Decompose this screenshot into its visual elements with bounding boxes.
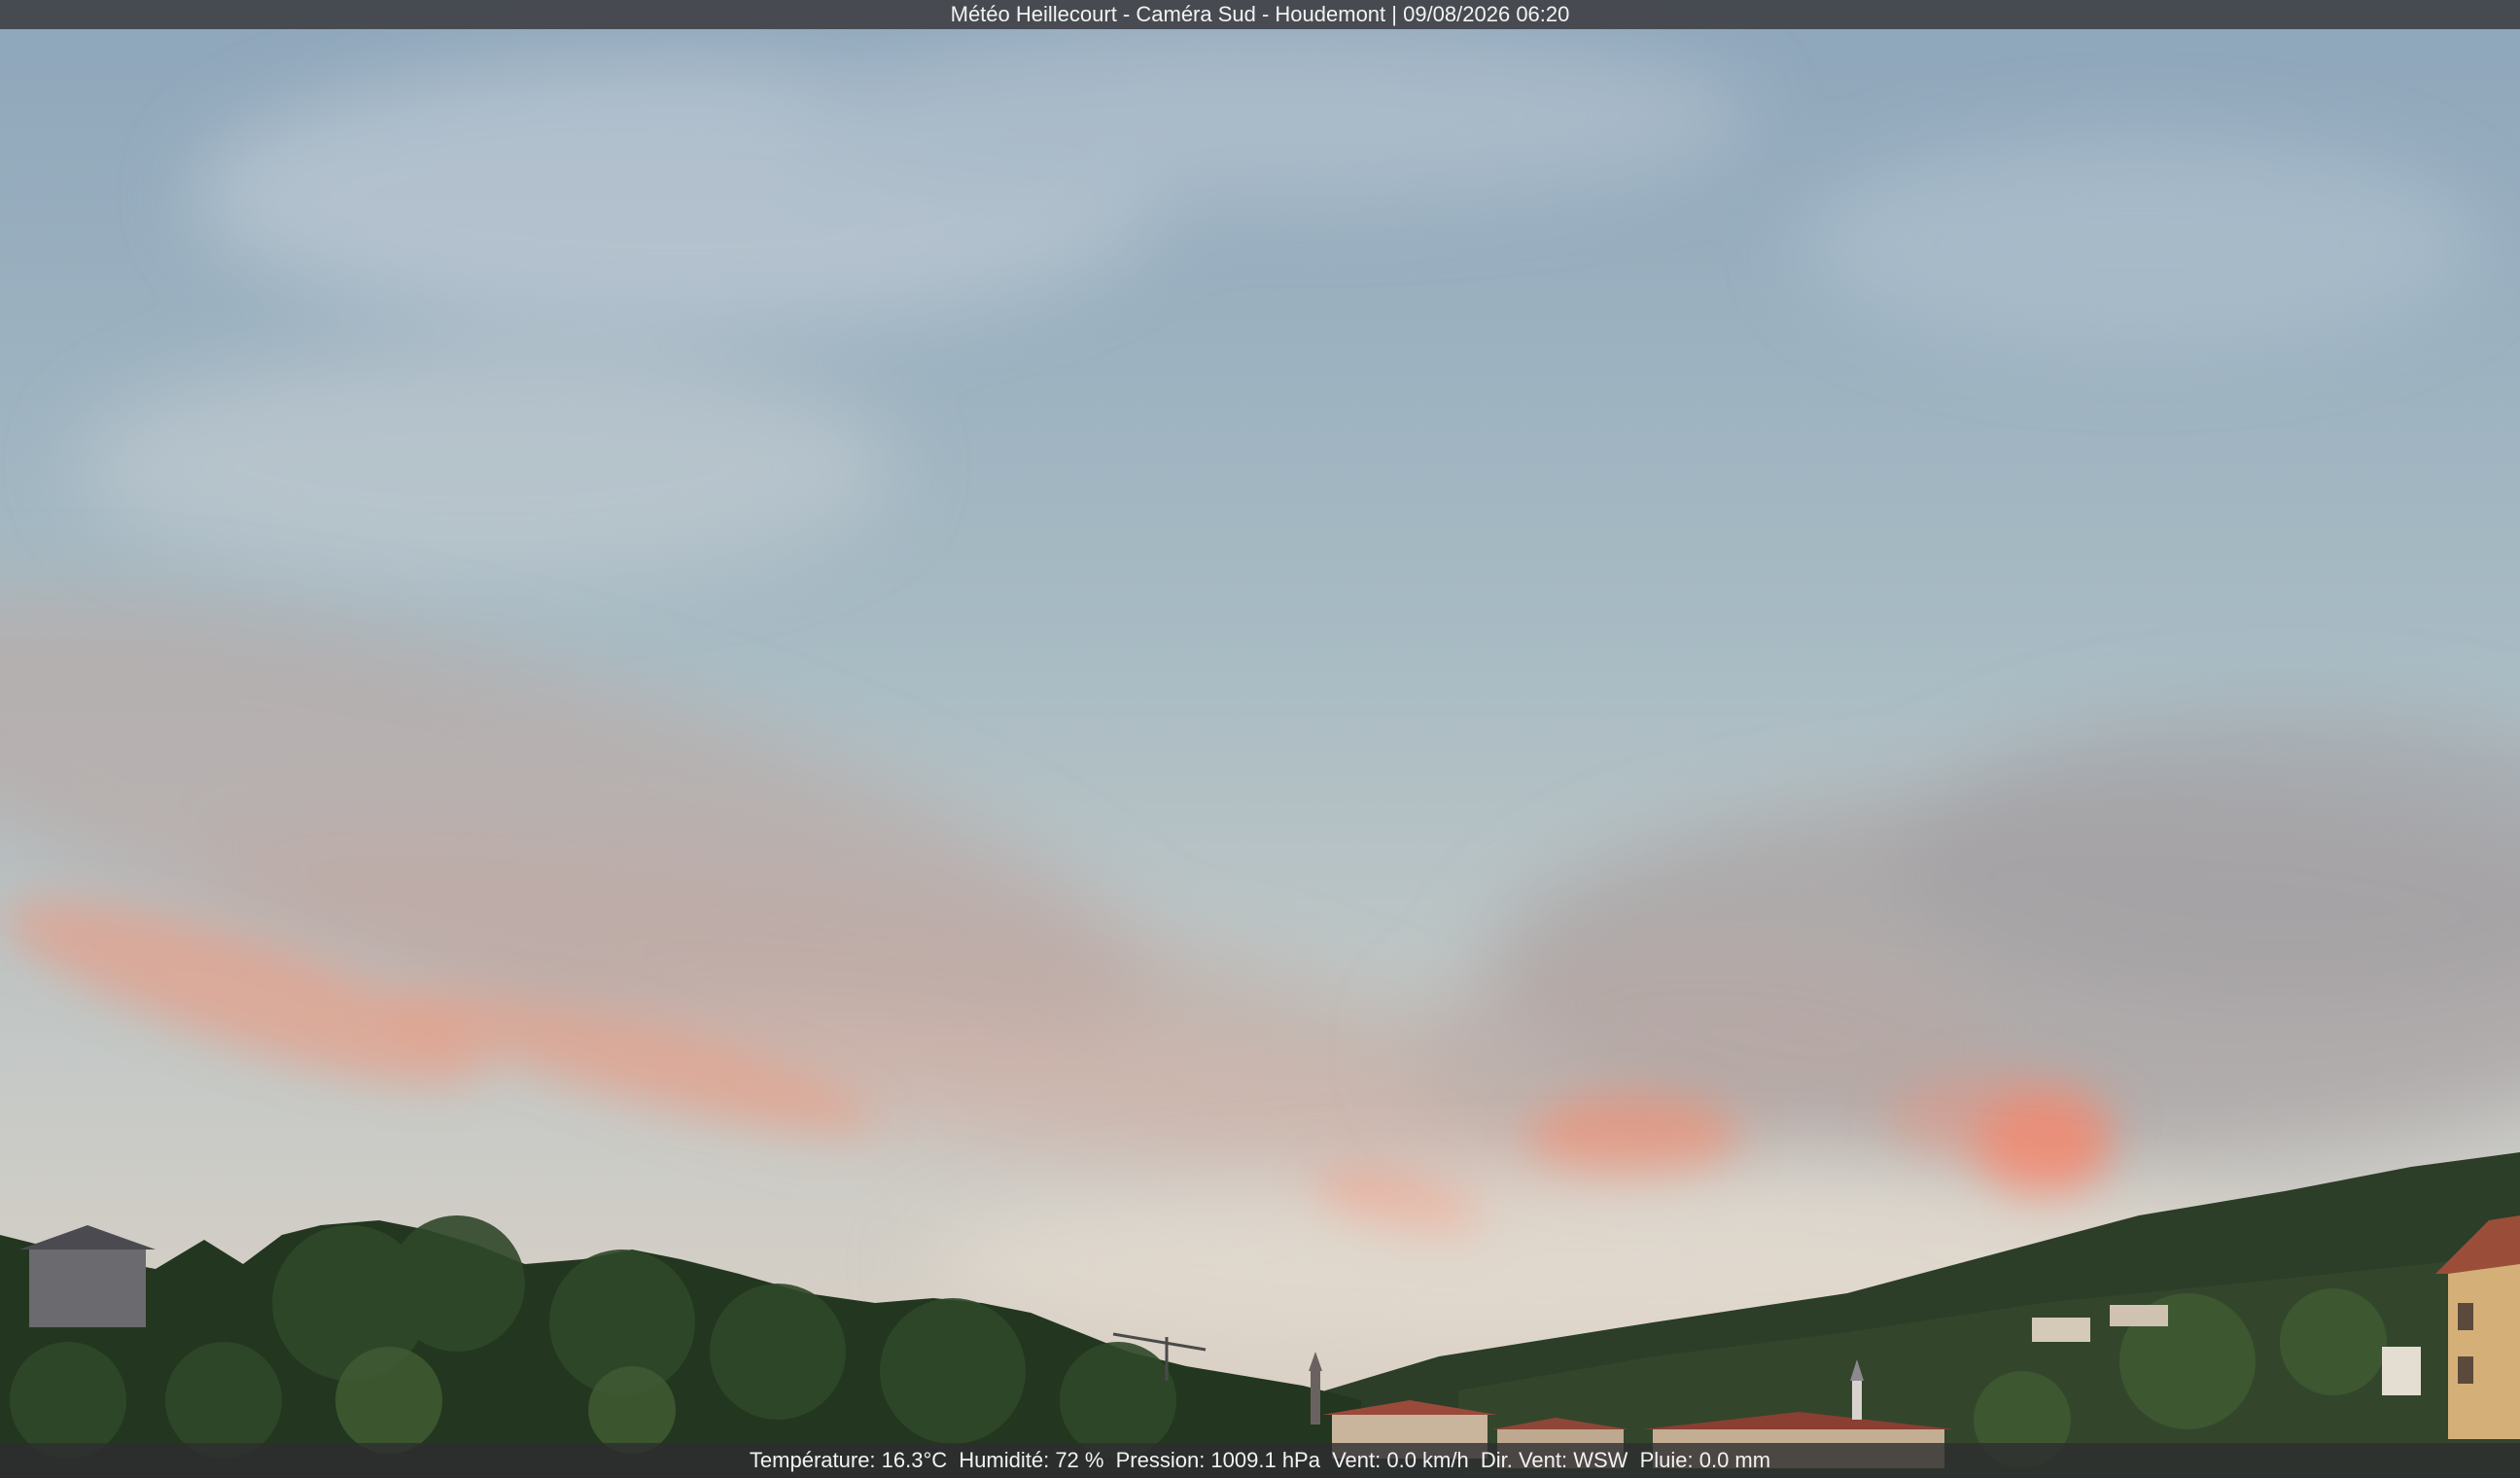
weather-readings-bar: Température: 16.3°C Humidité: 72 % Press…: [0, 1443, 2520, 1478]
humidity-reading: Humidité: 72 %: [959, 1448, 1104, 1472]
webcam-image: [0, 0, 2520, 1478]
wind-reading: Vent: 0.0 km/h: [1332, 1448, 1469, 1472]
rain-reading: Pluie: 0.0 mm: [1639, 1448, 1771, 1472]
pressure-reading: Pression: 1009.1 hPa: [1115, 1448, 1320, 1472]
caption-bar: Météo Heillecourt - Caméra Sud - Houdemo…: [0, 0, 2520, 29]
wind-direction-reading: Dir. Vent: WSW: [1480, 1448, 1628, 1472]
caption-text: Météo Heillecourt - Caméra Sud - Houdemo…: [950, 2, 1570, 26]
webcam-frame: Météo Heillecourt - Caméra Sud - Houdemo…: [0, 0, 2520, 1478]
temperature-reading: Température: 16.3°C: [749, 1448, 948, 1472]
